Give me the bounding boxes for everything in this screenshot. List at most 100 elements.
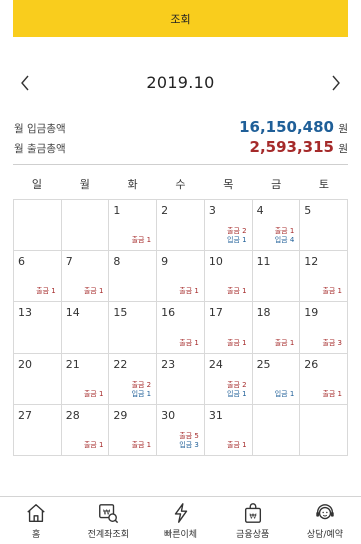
withdraw-count: 출금 1	[131, 441, 152, 449]
inquiry-button[interactable]: 조회	[13, 0, 348, 37]
transaction-summary: 출금 2 입금 1	[227, 381, 247, 399]
calendar-empty-cell	[61, 200, 110, 252]
tab-financial-products[interactable]: ₩ 금융상품	[217, 497, 289, 544]
day-number: 9	[161, 255, 169, 269]
weekday-wed: 수	[175, 178, 186, 191]
deposit-count: 입금 3	[179, 441, 199, 449]
home-icon	[27, 504, 45, 522]
day-number: 8	[113, 255, 121, 269]
calendar-day-cell[interactable]: 15	[109, 302, 158, 354]
calendar-day-cell[interactable]: 20	[14, 353, 62, 405]
calendar-day-cell[interactable]: 25 입금 1	[252, 353, 301, 405]
calendar-day-cell[interactable]: 8	[109, 251, 158, 303]
day-number: 27	[18, 408, 32, 422]
withdraw-count: 출금 1	[322, 287, 342, 296]
calendar-day-cell[interactable]: 18 출금 1	[252, 302, 301, 354]
withdraw-count: 출금 1	[83, 441, 104, 449]
transaction-summary: 출금 1	[179, 339, 199, 348]
transaction-summary: 출금 1	[84, 287, 104, 296]
transaction-summary: 출금 5 입금 3	[179, 432, 199, 450]
transaction-summary: 출금 1	[84, 441, 104, 450]
day-number: 4	[256, 204, 264, 217]
calendar-day-cell[interactable]: 28 출금 1	[61, 404, 110, 456]
transaction-summary: 출금 1	[275, 339, 295, 348]
day-number: 23	[161, 357, 176, 371]
deposit-unit: 원	[338, 123, 348, 135]
bottom-tab-bar: 홈 ₩ 전계좌조회 빠른이체 ₩ 금융상품 상담/예약	[0, 496, 361, 544]
day-number: 2	[161, 204, 169, 217]
transaction-summary: 출금 1	[36, 287, 56, 296]
calendar-day-cell[interactable]: 27	[14, 404, 62, 456]
tab-consultation[interactable]: 상담/예약	[289, 497, 361, 544]
withdraw-total-label: 월 출금총액	[14, 143, 66, 155]
day-number: 26	[304, 357, 319, 371]
calendar-day-cell[interactable]: 9 출금 1	[157, 251, 205, 303]
transaction-summary: 출금 1	[322, 287, 342, 296]
calendar-day-cell[interactable]: 14	[61, 302, 110, 354]
monthly-deposit-summary: 월 입금총액 16,150,480 원	[14, 118, 348, 136]
withdraw-count: 출금 1	[83, 287, 104, 296]
day-number: 21	[65, 357, 80, 371]
day-number: 17	[208, 306, 223, 320]
calendar-day-cell[interactable]: 26 출금 1	[300, 353, 348, 405]
calendar-day-cell[interactable]: 13	[14, 302, 62, 354]
calendar-day-cell[interactable]: 1 출금 1	[109, 200, 158, 252]
calendar-day-cell[interactable]: 29 출금 1	[109, 404, 158, 456]
monthly-withdraw-summary: 월 출금총액 2,593,315 원	[14, 138, 348, 156]
day-number: 7	[65, 255, 73, 269]
calendar-day-cell[interactable]: 10 출금 1	[204, 251, 253, 303]
calendar-day-cell[interactable]: 11	[252, 251, 301, 303]
deposit-total-amount: 16,150,480	[239, 118, 334, 136]
divider	[13, 164, 348, 165]
headset-icon	[316, 504, 334, 520]
deposit-count: 입금 1	[227, 236, 247, 245]
calendar-day-cell[interactable]: 22 출금 2 입금 1	[109, 353, 158, 405]
withdraw-count: 출금 2	[131, 380, 152, 389]
weekday-mon: 월	[79, 178, 90, 191]
calendar-day-cell[interactable]: 23	[157, 353, 205, 405]
calendar-day-cell[interactable]: 30 출금 5 입금 3	[157, 404, 205, 456]
transaction-summary: 출금 1	[322, 390, 342, 399]
calendar-day-cell[interactable]: 6 출금 1	[14, 251, 62, 303]
tab-quick-transfer[interactable]: 빠른이체	[144, 497, 216, 544]
calendar-day-cell[interactable]: 31 출금 1	[204, 404, 253, 456]
month-title: 2019.10	[146, 73, 215, 92]
day-number: 30	[161, 408, 176, 422]
withdraw-total-amount: 2,593,315	[249, 138, 334, 156]
calendar-day-cell[interactable]: 2	[157, 200, 205, 252]
day-number: 10	[208, 255, 223, 269]
calendar-empty-cell	[252, 404, 301, 456]
tab-quick-transfer-label: 빠른이체	[163, 530, 198, 540]
calendar-day-cell[interactable]: 5	[300, 200, 348, 252]
tab-home[interactable]: 홈	[0, 497, 72, 544]
deposit-count: 입금 4	[274, 236, 295, 245]
calendar-day-cell[interactable]: 16 출금 1	[157, 302, 205, 354]
transaction-summary: 출금 3	[322, 339, 342, 348]
withdraw-unit: 원	[338, 143, 348, 155]
day-number: 28	[65, 408, 80, 422]
day-number: 3	[208, 204, 216, 217]
tab-all-accounts[interactable]: ₩ 전계좌조회	[72, 497, 144, 544]
calendar-day-cell[interactable]: 21 출금 1	[61, 353, 110, 405]
calendar-empty-cell	[300, 404, 348, 456]
calendar-day-cell[interactable]: 12 출금 1	[300, 251, 348, 303]
day-number: 12	[304, 255, 319, 269]
transaction-summary: 출금 1	[179, 287, 199, 296]
weekday-fri: 금	[271, 178, 282, 191]
deposit-count: 입금 1	[131, 389, 152, 398]
weekday-sun: 일	[31, 178, 42, 191]
transaction-summary: 입금 1	[275, 390, 295, 399]
withdraw-count: 출금 1	[83, 389, 104, 398]
inquiry-button-label: 조회	[170, 12, 191, 26]
lightning-icon	[174, 503, 187, 523]
calendar-day-cell[interactable]: 4 출금 1 입금 4	[252, 200, 301, 252]
account-search-icon: ₩	[99, 504, 119, 524]
month-navigation: 2019.10	[0, 68, 361, 98]
calendar-day-cell[interactable]: 3 출금 2 입금 1	[204, 200, 253, 252]
calendar-day-cell[interactable]: 19 출금 3	[300, 302, 348, 354]
calendar-day-cell[interactable]: 7 출금 1	[61, 251, 110, 303]
calendar-day-cell[interactable]: 24 출금 2 입금 1	[204, 353, 253, 405]
next-month-button[interactable]	[325, 72, 347, 94]
day-number: 25	[256, 357, 271, 371]
calendar-day-cell[interactable]: 17 출금 1	[204, 302, 253, 354]
